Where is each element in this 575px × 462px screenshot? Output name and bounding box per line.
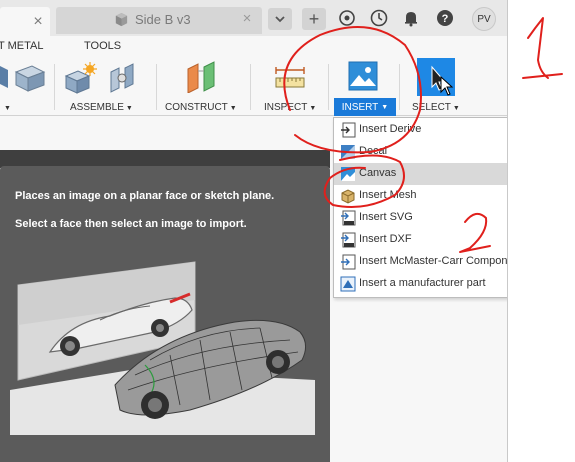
manufacturer-icon [340,276,356,292]
joint-icon[interactable] [106,62,140,94]
plus-icon: + [308,8,320,29]
new-component-icon[interactable] [64,62,98,94]
menu-item-label: Canvas [359,167,397,179]
document-tab-bar: × Side B v3 × + ? PV [0,0,508,36]
menu-item-label: Insert DXF [359,233,412,245]
fusion-window: × Side B v3 × + ? PV T METAL TOOLS ▼ ASS… [0,0,508,462]
menu-item-insert-mesh[interactable]: Insert Mesh [334,185,508,207]
construct-menu[interactable]: CONSTRUCT ▼ [165,102,237,113]
insert-menu[interactable]: INSERT ▼ [334,98,396,116]
svg-icon [341,210,356,226]
menu-item-insert-manufacturer-part[interactable]: Insert a manufacturer part [334,273,508,295]
menu-item-label: Insert Mesh [359,189,417,201]
ribbon-separator [328,64,329,110]
decal-icon [341,145,355,159]
menu-item-label: Insert SVG [359,211,413,223]
help-icon[interactable]: ? [436,9,454,27]
assemble-menu[interactable]: ASSEMBLE ▼ [70,102,133,113]
tab-tools[interactable]: TOOLS [84,40,121,52]
insert-image-icon[interactable] [348,61,378,91]
document-title: Side B v3 [135,12,191,27]
tab-list-button[interactable] [268,8,292,30]
menu-item-insert-dxf[interactable]: Insert DXF [334,229,508,251]
mesh-icon [341,189,355,204]
group-caret[interactable]: ▼ [2,102,11,113]
ribbon-separator [399,64,400,110]
dxf-icon [341,232,356,248]
canvas-icon [341,167,355,181]
inspect-menu[interactable]: INSPECT ▼ [264,102,316,113]
document-tab-active[interactable]: × [0,7,50,36]
sheet-metal-tool-icon[interactable] [0,62,10,90]
component-icon [115,12,128,27]
menu-item-decal[interactable]: Decal [334,141,508,163]
derive-icon [341,122,356,138]
extensions-icon[interactable] [338,9,356,27]
box-tool-icon[interactable] [12,62,46,92]
chevron-down-icon [275,16,285,23]
tooltip-description: Places an image on a planar face or sket… [15,190,275,202]
document-tab[interactable]: Side B v3 × [56,7,262,34]
svg-text:?: ? [442,13,449,25]
close-icon[interactable]: × [239,11,255,27]
mcmaster-icon [341,254,356,270]
new-tab-button[interactable]: + [302,8,326,30]
ribbon-separator [156,64,157,110]
menu-item-insert-derive[interactable]: Insert Derive [334,119,508,141]
offset-plane-icon[interactable] [184,61,220,93]
mouse-cursor-icon [440,76,454,96]
menu-item-canvas[interactable]: Canvas ⋮ [334,163,508,185]
ribbon-separator [250,64,251,110]
ribbon-separator [54,64,55,110]
toolbar-ribbon: T METAL TOOLS ▼ ASSEMBLE ▼ CONSTRUCT ▼ I… [0,36,508,116]
menu-item-insert-mcmaster[interactable]: Insert McMaster-Carr Component [334,251,508,273]
menu-item-label: Insert McMaster-Carr Component [359,255,508,267]
measure-icon[interactable] [274,66,306,90]
tab-sheet-metal[interactable]: T METAL [0,40,43,52]
select-menu[interactable]: SELECT ▼ [412,102,460,113]
menu-item-label: Insert a manufacturer part [359,277,486,289]
insert-dropdown-menu: Insert Derive Decal Canvas ⋮ [333,117,508,298]
menu-item-label: Insert Derive [359,123,422,135]
user-avatar[interactable]: PV [472,7,496,31]
close-icon[interactable]: × [31,14,45,30]
window-edge [507,0,508,462]
menu-item-insert-svg[interactable]: Insert SVG [334,207,508,229]
menu-item-label: Decal [359,145,388,157]
screenshot-root: × Side B v3 × + ? PV T METAL TOOLS ▼ ASS… [0,0,575,462]
notifications-bell-icon[interactable] [402,9,420,27]
tooltip-instruction: Select a face then select an image to im… [15,218,247,230]
job-status-icon[interactable] [370,9,388,27]
canvas-preview-image [10,240,315,435]
